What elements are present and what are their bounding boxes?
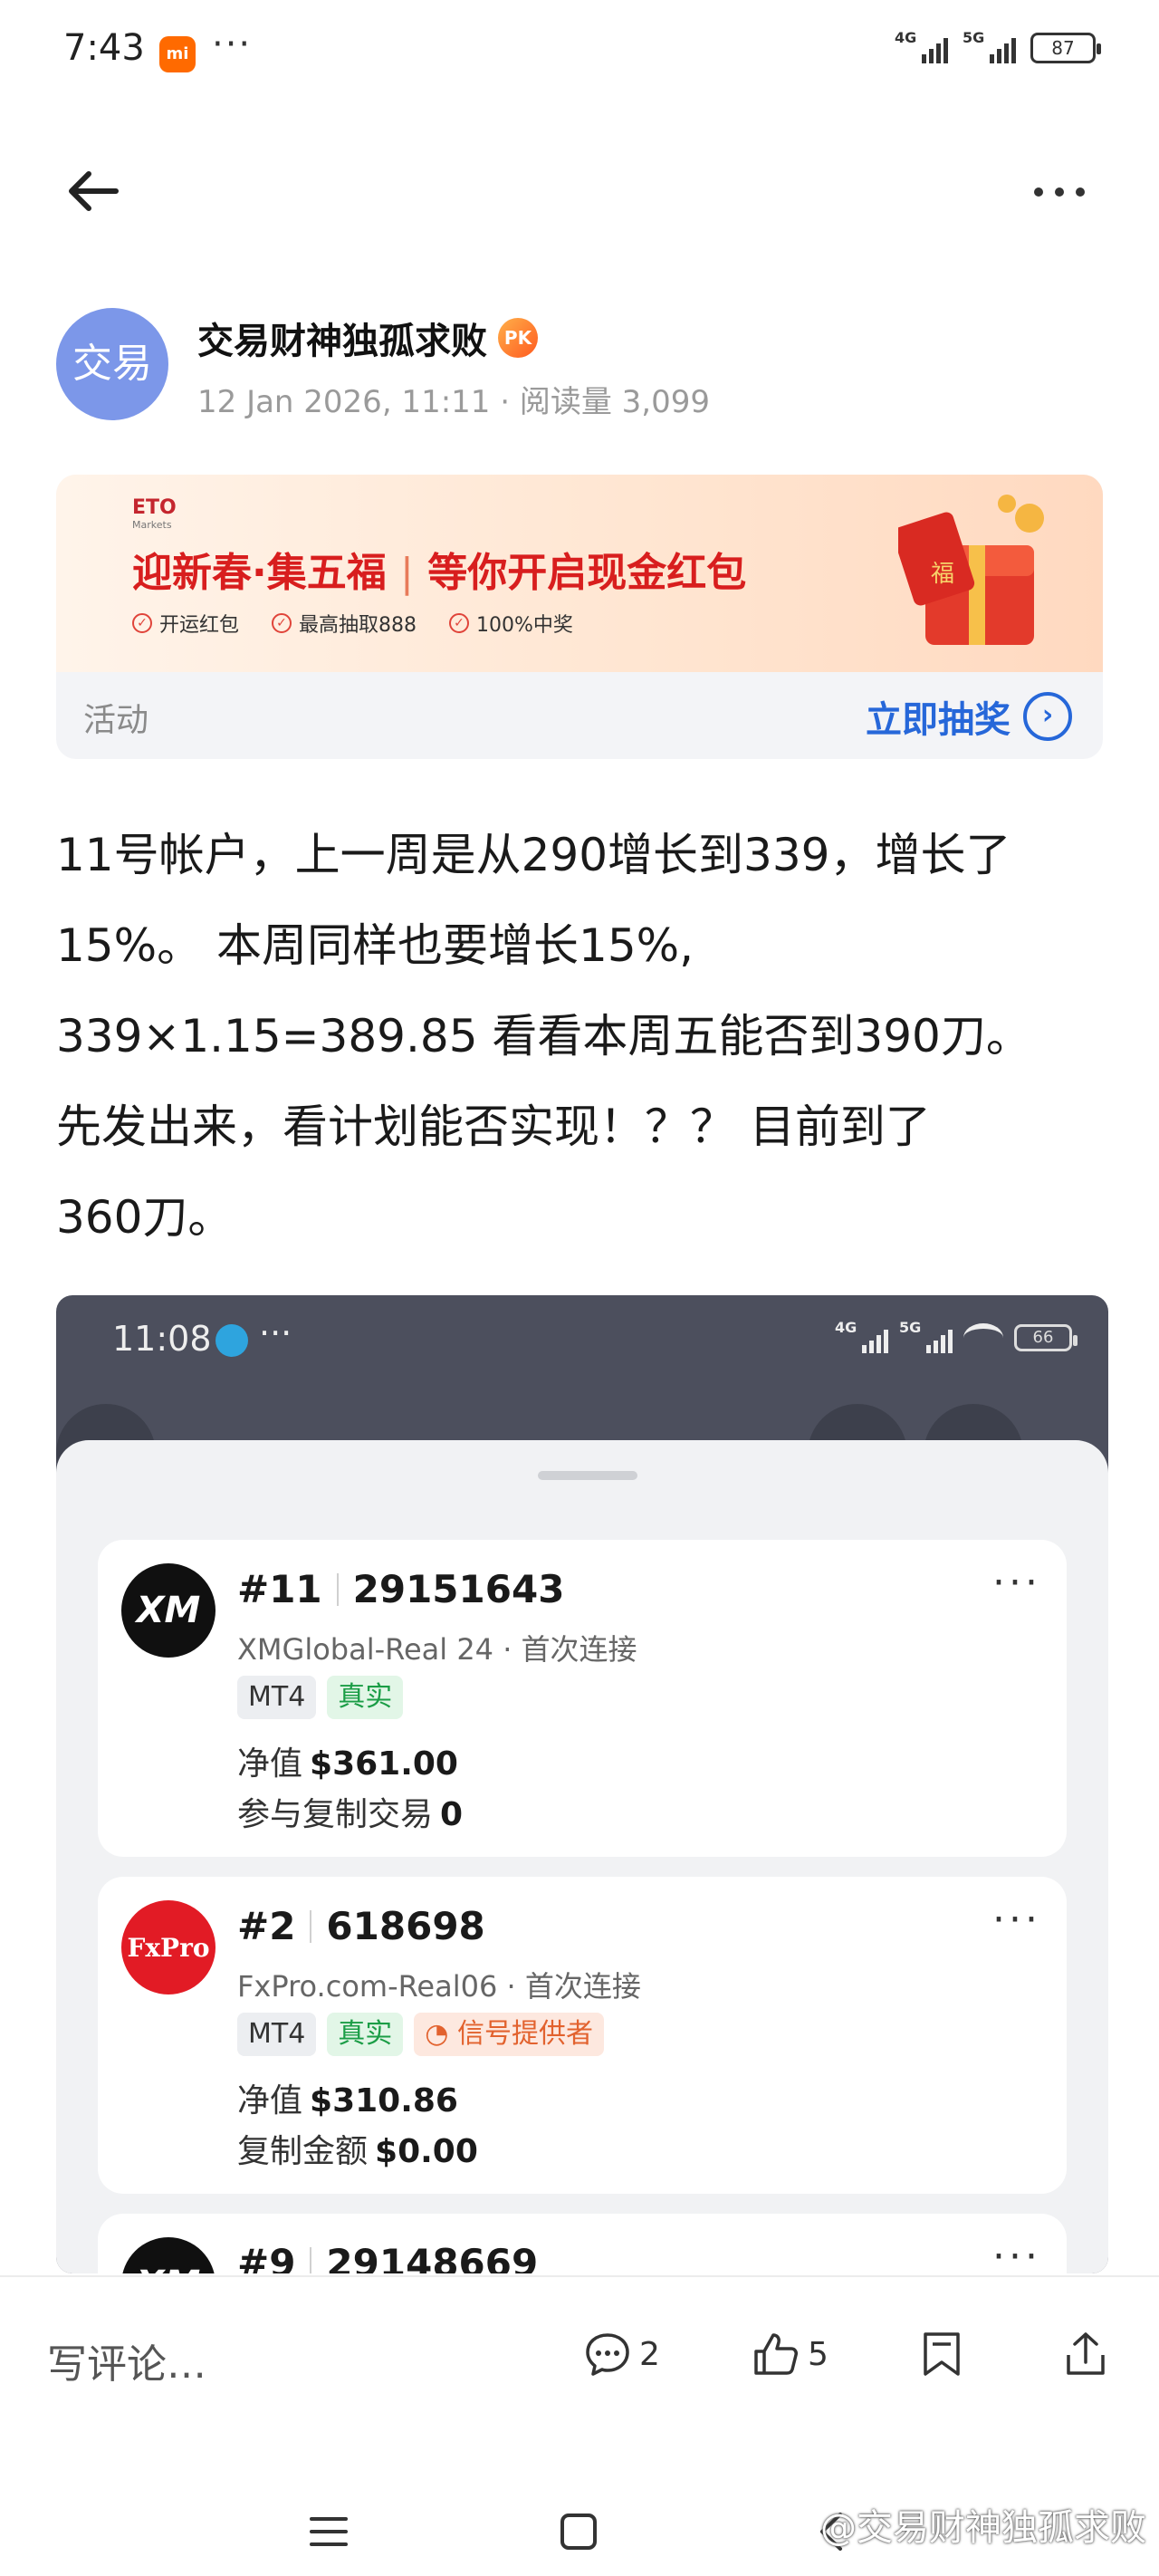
copy-amount-line: 复制金额 $0.00 (237, 2133, 478, 2170)
post-image[interactable]: 11:08 ··· 4G 5G 66 XM #11 29151643 ··· X… (56, 1295, 1108, 2273)
notification-dots: ··· (212, 24, 253, 65)
xm-logo: XM (121, 1563, 216, 1658)
pk-badge-icon: PK (498, 318, 538, 358)
ad-feature: ✓ 最高抽取888 (272, 609, 417, 638)
embedded-status-bar: 11:08 ··· 4G 5G 66 (56, 1295, 1108, 1386)
bookmark-icon (924, 2332, 960, 2376)
account-more-icon: ··· (992, 1560, 1041, 1606)
real-tag: 真实 (327, 1676, 404, 1719)
account-card: FxPro #2 618698 ··· FxPro.com-Real06 · 首次… (98, 1877, 1067, 2194)
embedded-dots: ··· (259, 1313, 292, 1353)
account-card: XM #929148669 ··· (98, 2214, 1067, 2273)
equity-line: 净值 $361.00 (237, 1745, 458, 1783)
check-circle-icon: ✓ (272, 613, 292, 633)
eto-logo: ETO Markets (132, 496, 177, 531)
battery-icon: 87 (1030, 33, 1101, 63)
ad-banner[interactable]: ETO Markets 迎新春·集五福 | 等你开启现金红包 ✓ 开运红包 ✓ 最高… (56, 475, 1103, 759)
account-header: #11 29151643 (237, 1567, 565, 1611)
post-line: 15%。 本周同样也要增长15%, (56, 919, 694, 972)
comment-bubble-icon (586, 2333, 629, 2376)
bookmark-button[interactable] (920, 2330, 963, 2379)
thumbs-up-icon (754, 2333, 798, 2375)
status-time: 7:43 (63, 27, 145, 69)
account-more-icon: ··· (992, 1897, 1041, 1943)
accounts-sheet: XM #11 29151643 ··· XMGlobal-Real 24 · 首次… (56, 1440, 1108, 2273)
sheet-handle (538, 1471, 637, 1480)
mi-app-icon: mi (159, 36, 196, 72)
platform-tag: MT4 (237, 1676, 317, 1719)
chevron-right-icon: › (1023, 692, 1072, 741)
watermark: @交易财神独孤求败 (820, 2507, 1146, 2549)
signal-4g-icon: 4G (895, 29, 948, 63)
svg-text:福: 福 (931, 561, 954, 588)
ad-title: 迎新春·集五福 | 等你开启现金红包 (132, 550, 747, 596)
share-button[interactable] (1063, 2330, 1108, 2379)
post-line: 先发出来，看计划能否实现！？？ 目前到了 (56, 1101, 931, 1153)
arrow-left-icon (69, 171, 119, 211)
account-tags: MT4 真实 (237, 1676, 404, 1719)
post-line: 360刀。 (56, 1191, 234, 1244)
comment-bar: 写评论… 2 5 (0, 2275, 1159, 2431)
like-count: 5 (808, 2335, 829, 2373)
platform-tag: MT4 (237, 2013, 317, 2056)
back-button[interactable] (63, 159, 127, 223)
home-square-icon[interactable] (558, 2511, 599, 2552)
signal-5g-icon: 5G (899, 1319, 953, 1353)
more-dots-icon (1034, 187, 1085, 197)
comment-count: 2 (639, 2335, 660, 2373)
post-line: 339×1.15=389.85 看看本周五能否到390刀。 (56, 1010, 1031, 1062)
copy-trade-line: 参与复制交易 0 (237, 1796, 464, 1833)
account-server: XMGlobal-Real 24 · 首次连接 (237, 1632, 637, 1667)
account-server: FxPro.com-Real06 · 首次连接 (237, 1969, 641, 2004)
signal-4g-icon: 4G (835, 1319, 888, 1353)
embedded-time: 11:08 (112, 1319, 212, 1359)
rss-icon: ◔ (425, 2018, 458, 2050)
signal-5g-icon: 5G (963, 29, 1016, 63)
fxpro-logo: FxPro (121, 1900, 216, 1994)
author-name[interactable]: 交易财神独孤求败 (197, 312, 487, 364)
status-bar: 7:43 mi ··· 4G 5G 87 (0, 0, 1159, 109)
check-circle-icon: ✓ (449, 613, 470, 633)
account-card: XM #11 29151643 ··· XMGlobal-Real 24 · 首次… (98, 1540, 1067, 1857)
draw-now-button[interactable]: 立即抽奖 › (866, 690, 1072, 743)
xm-logo: XM (121, 2237, 216, 2273)
account-header: #9 29148669 (237, 2241, 538, 2273)
ad-feature: ✓ 100%中奖 (449, 609, 573, 638)
telegram-icon (216, 1324, 248, 1357)
wifi-icon (963, 1323, 1003, 1352)
equity-line: 净值 $310.86 (237, 2082, 458, 2119)
comment-input[interactable]: 写评论… (47, 2331, 206, 2389)
red-envelope-gift-icon: 福 (898, 495, 1044, 645)
account-header: #2 618698 (237, 1904, 485, 1948)
author-avatar[interactable]: 交易 (56, 308, 168, 420)
comment-button[interactable]: 2 (583, 2330, 660, 2379)
author-name-row[interactable]: 交易财神独孤求败 PK (197, 312, 538, 364)
more-menu-button[interactable] (1032, 178, 1087, 205)
check-circle-icon: ✓ (132, 613, 152, 633)
post-body: 11号帐户，上一周是从290增长到339，增长了 15%。 本周同样也要增长15… (56, 810, 1106, 1263)
post-meta: 12 Jan 2026, 11:11 · 阅读量 3,099 (197, 384, 710, 420)
battery-icon: 66 (1014, 1324, 1078, 1351)
menu-icon[interactable] (308, 2511, 350, 2552)
real-tag: 真实 (327, 2013, 404, 2056)
account-tags: MT4 真实 ◔ 信号提供者 (237, 2013, 605, 2056)
signal-provider-tag: ◔ 信号提供者 (414, 2013, 605, 2056)
ad-tag: 活动 (83, 702, 149, 739)
share-icon (1067, 2332, 1105, 2375)
account-more-icon: ··· (992, 2234, 1041, 2273)
post-line: 11号帐户，上一周是从290增长到339，增长了 (56, 829, 1011, 881)
ad-feature: ✓ 开运红包 (132, 609, 239, 638)
like-button[interactable]: 5 (752, 2330, 829, 2379)
ad-features: ✓ 开运红包 ✓ 最高抽取888 ✓ 100%中奖 (132, 609, 573, 638)
